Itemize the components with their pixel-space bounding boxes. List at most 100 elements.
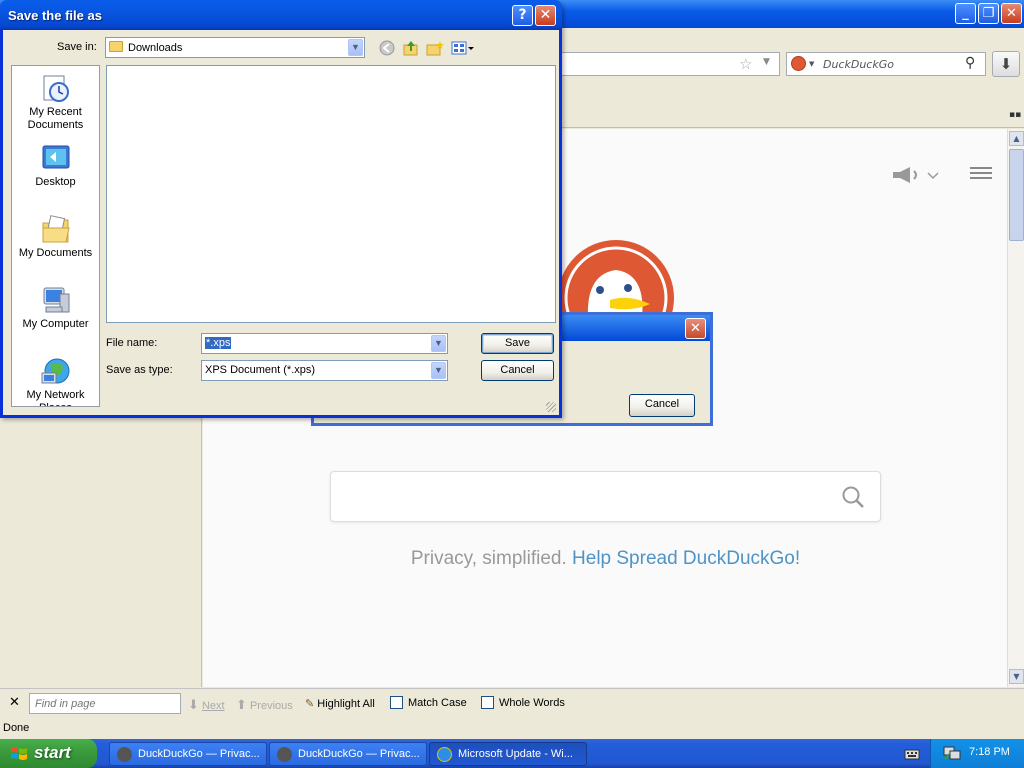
save-dialog-titlebar: Save the file as ? ✕	[0, 0, 562, 30]
place-label: My Computer	[22, 318, 89, 330]
resize-grip[interactable]	[546, 402, 556, 412]
status-text: Done	[3, 722, 30, 734]
hamburger-menu-icon[interactable]	[970, 164, 992, 184]
desktop-icon	[40, 144, 72, 174]
view-menu-icon[interactable]	[451, 40, 475, 56]
ddg-tagline: Privacy, simplified. Help Spread DuckDuc…	[330, 548, 881, 570]
down-arrow-icon: ⬇	[188, 697, 199, 712]
scroll-up-icon[interactable]: ▲	[1009, 131, 1024, 146]
whole-words-label: Whole Words	[499, 697, 565, 709]
cancel-button[interactable]: Cancel	[481, 360, 554, 381]
start-label: start	[34, 743, 71, 762]
scroll-down-icon[interactable]: ▼	[1009, 669, 1024, 684]
highlight-all-label: Highlight All	[317, 698, 375, 710]
find-next-label: Next	[201, 700, 225, 712]
up-folder-icon[interactable]	[402, 40, 420, 56]
whole-words-checkbox[interactable]	[481, 696, 494, 709]
tab-list-icon[interactable]: ▪▪	[1009, 110, 1021, 120]
url-dropdown-icon[interactable]: ▼	[763, 57, 770, 67]
close-icon[interactable]: ✕	[685, 318, 706, 339]
close-icon[interactable]: ✕	[535, 5, 556, 26]
file-name-value: *.xps	[205, 337, 232, 349]
place-my-computer[interactable]: My Computer	[12, 286, 99, 331]
start-button[interactable]: start	[0, 739, 97, 768]
place-my-recent-documents[interactable]: My Recent Documents	[12, 74, 99, 132]
taskbar-item-microsoft-update[interactable]: Microsoft Update - Wi...	[429, 742, 587, 766]
save-in-label: Save in:	[57, 41, 97, 53]
help-icon[interactable]: ?	[512, 5, 533, 26]
my-documents-icon	[40, 215, 72, 245]
find-previous-button[interactable]: ⬆ Previous	[236, 697, 293, 713]
status-bar: Done	[0, 719, 1024, 739]
match-case-checkbox[interactable]	[390, 696, 403, 709]
place-my-documents[interactable]: My Documents	[12, 215, 99, 260]
system-tray: 7:18 PM	[930, 739, 1024, 768]
find-bar: ✕ ⬇ Next ⬆ Previous ✎ Highlight All Matc…	[0, 688, 1024, 718]
task-label: Microsoft Update - Wi...	[458, 748, 573, 760]
background-cancel-button[interactable]: Cancel	[629, 394, 695, 417]
duckduckgo-logo	[558, 238, 674, 318]
network-places-icon	[40, 357, 72, 387]
search-icon[interactable]	[841, 485, 865, 509]
save-file-dialog: Save the file as ? ✕ Save in: Downloads …	[0, 0, 562, 418]
ddg-search-input[interactable]	[330, 471, 881, 522]
new-folder-icon[interactable]	[426, 40, 444, 56]
raccoon-icon	[277, 747, 292, 762]
place-my-network-places[interactable]: My Network Places	[12, 357, 99, 406]
match-case-label: Match Case	[408, 697, 467, 709]
minimize-icon[interactable]: _	[955, 3, 976, 24]
place-desktop[interactable]: Desktop	[12, 144, 99, 189]
network-status-icon[interactable]	[943, 745, 961, 764]
file-list[interactable]	[106, 65, 556, 323]
save-as-type-label: Save as type:	[106, 364, 173, 376]
save-in-select[interactable]: Downloads ▼	[105, 37, 365, 58]
save-as-type-select[interactable]: XPS Document (*.xps) ▼	[201, 360, 448, 381]
save-in-value: Downloads	[128, 42, 183, 54]
help-spread-link[interactable]: Help Spread DuckDuckGo!	[572, 548, 800, 569]
downloads-button[interactable]: ⬇	[992, 51, 1020, 77]
place-label: My Recent Documents	[27, 106, 84, 131]
search-placeholder: DuckDuckGo	[823, 58, 894, 71]
chevron-down-icon[interactable]: ▼	[431, 335, 446, 352]
keyboard-icon[interactable]	[904, 746, 920, 760]
save-button[interactable]: Save	[481, 333, 554, 354]
download-arrow-icon: ⬇	[999, 55, 1013, 73]
places-bar: My Recent Documents Desktop My Documents…	[11, 65, 100, 407]
close-findbar-icon[interactable]: ✕	[9, 695, 20, 710]
tagline-text: Privacy, simplified.	[410, 548, 567, 569]
windows-logo-icon	[11, 747, 27, 760]
save-as-type-value: XPS Document (*.xps)	[205, 364, 316, 376]
engine-dropdown-icon[interactable]: ▼	[809, 60, 814, 68]
scroll-thumb[interactable]	[1009, 149, 1024, 241]
url-bar[interactable]: ☆ ▼	[560, 52, 780, 76]
task-label: DuckDuckGo — Privac...	[138, 748, 260, 760]
bookmark-star-icon[interactable]: ☆	[739, 55, 752, 73]
find-previous-label: Previous	[249, 700, 293, 712]
internet-explorer-icon	[437, 747, 452, 762]
my-computer-icon	[40, 286, 72, 316]
close-icon[interactable]: ✕	[1001, 3, 1022, 24]
search-engine-box[interactable]: ▼ DuckDuckGo ⚲	[786, 52, 986, 76]
place-label: My Network Places	[26, 389, 85, 406]
raccoon-icon	[117, 747, 132, 762]
chevron-down-icon[interactable]: ▼	[431, 362, 446, 379]
clock[interactable]: 7:18 PM	[969, 746, 1010, 758]
place-label: Desktop	[35, 176, 76, 188]
duckduckgo-engine-icon[interactable]	[791, 56, 806, 71]
find-input[interactable]	[29, 693, 181, 714]
taskbar-item-firefox-2[interactable]: DuckDuckGo — Privac...	[269, 742, 427, 766]
task-label: DuckDuckGo — Privac...	[298, 748, 420, 760]
highlight-all-button[interactable]: ✎ Highlight All	[305, 697, 375, 710]
find-next-button[interactable]: ⬇ Next	[188, 697, 225, 713]
taskbar-item-firefox-1[interactable]: DuckDuckGo — Privac...	[109, 742, 267, 766]
search-icon[interactable]: ⚲	[965, 55, 975, 71]
vertical-scrollbar[interactable]: ▲ ▼	[1007, 129, 1024, 687]
highlighter-icon: ✎	[305, 698, 315, 710]
chevron-down-icon[interactable]: ▼	[348, 39, 363, 56]
up-arrow-icon: ⬆	[236, 697, 247, 712]
restore-icon[interactable]: ❐	[978, 3, 999, 24]
dialog-title: Save the file as	[8, 8, 102, 23]
back-icon[interactable]	[378, 40, 396, 56]
file-name-input[interactable]: *.xps ▼	[201, 333, 448, 354]
megaphone-icon[interactable]	[890, 164, 940, 186]
